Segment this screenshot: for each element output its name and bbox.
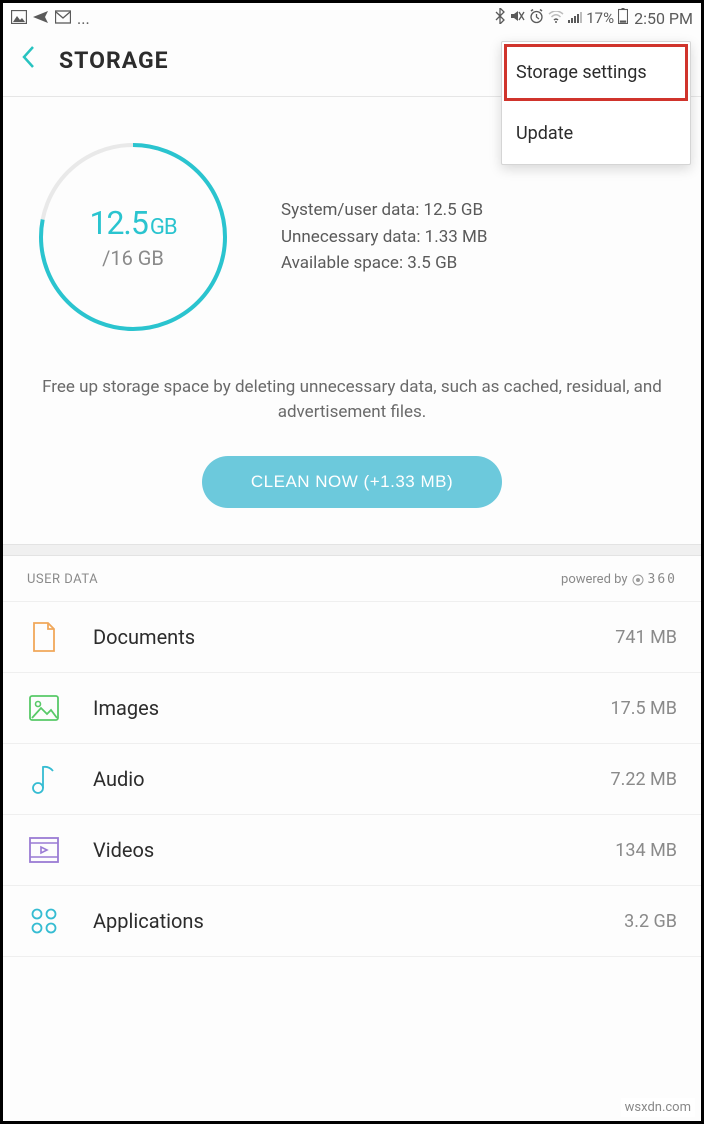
category-label: Applications [93,909,624,933]
send-icon [33,9,49,28]
signal-icon [568,9,582,27]
category-size: 741 MB [615,627,677,648]
user-data-header: USER DATA powered by 360 [3,556,701,602]
picture-icon [11,9,27,28]
clock-text: 2:50 PM [634,9,693,28]
bluetooth-icon [495,8,505,28]
category-size: 3.2 GB [624,911,677,932]
category-size: 134 MB [615,840,677,861]
battery-pct: 17% [586,9,614,27]
category-size: 17.5 MB [611,698,678,719]
section-divider [3,544,701,556]
image-icon [27,691,61,725]
wifi-icon [548,9,564,27]
mute-icon [509,8,525,28]
category-images[interactable]: Images17.5 MB [3,673,701,744]
storage-details: System/user data: 12.5 GB Unnecessary da… [281,197,487,276]
back-icon[interactable] [21,45,35,76]
apps-icon [27,904,61,938]
alarm-icon [529,9,544,28]
category-label: Images [93,696,611,720]
battery-icon [618,8,628,28]
more-icon: ... [77,9,90,28]
video-icon [27,833,61,867]
category-label: Videos [93,838,615,862]
category-applications[interactable]: Applications3.2 GB [3,886,701,957]
watermark: wsxdn.com [621,1098,695,1117]
available-space-line: Available space: 3.5 GB [281,250,487,276]
menu-item-update[interactable]: Update [502,103,690,164]
section-title: USER DATA [27,572,98,587]
page-title: STORAGE [59,47,169,74]
clean-now-button[interactable]: CLEAN NOW (+1.33 MB) [202,456,502,508]
system-user-data-line: System/user data: 12.5 GB [281,197,487,223]
status-bar: ... 17% 2:50 PM [3,3,701,31]
audio-icon [27,762,61,796]
total-storage-value: /16 GB [102,246,164,270]
used-storage-value: 12.5GB [89,204,176,242]
unnecessary-data-line: Unnecessary data: 1.33 MB [281,224,487,250]
menu-item-storage-settings[interactable]: Storage settings [502,42,690,103]
hint-text: Free up storage space by deleting unnece… [3,367,701,448]
category-videos[interactable]: Videos134 MB [3,815,701,886]
brand-icon [632,574,644,586]
category-audio[interactable]: Audio7.22 MB [3,744,701,815]
category-size: 7.22 MB [611,769,678,790]
storage-ring: 12.5GB /16 GB [33,137,233,337]
mail-icon [55,9,71,28]
category-documents[interactable]: Documents741 MB [3,602,701,673]
category-label: Documents [93,625,615,649]
category-label: Audio [93,767,611,791]
category-list: Documents741 MBImages17.5 MBAudio7.22 MB… [3,602,701,957]
doc-icon [27,620,61,654]
overflow-menu: Storage settings Update [501,41,691,165]
powered-by: powered by 360 [561,572,677,587]
